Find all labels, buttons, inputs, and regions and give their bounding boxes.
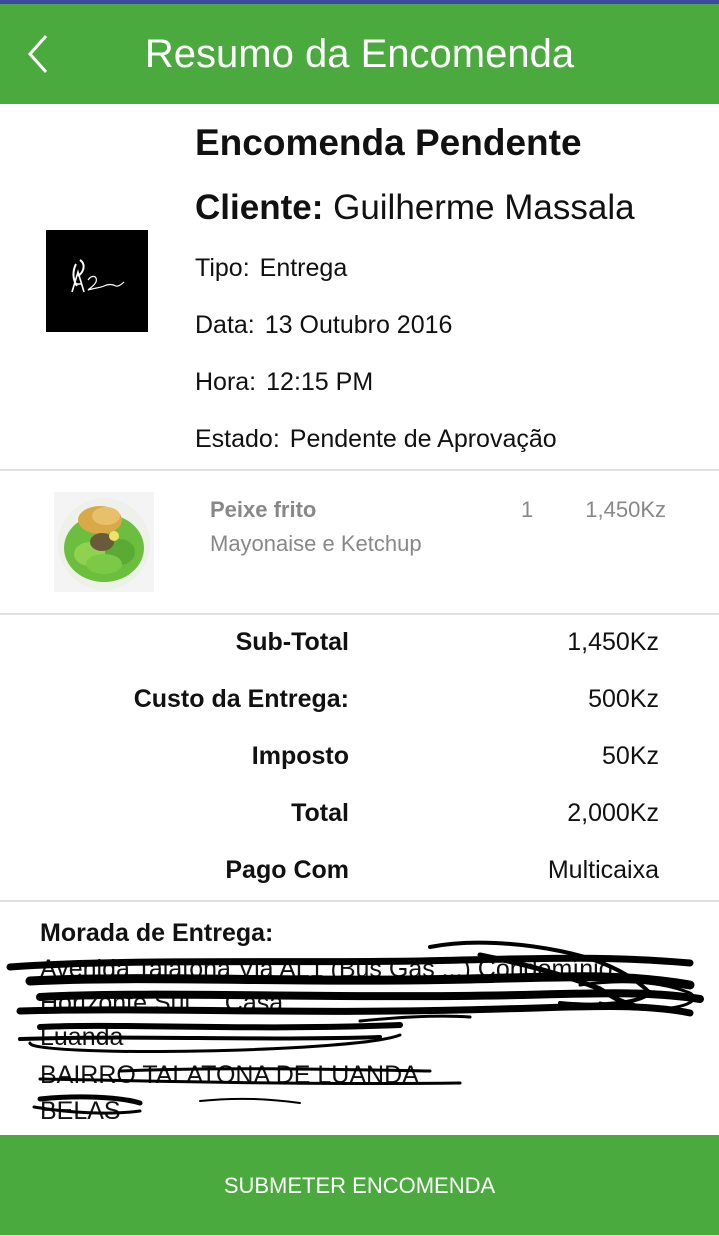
info-hora: Hora: 12:15 PM	[195, 368, 373, 397]
order-status-title: Encomenda Pendente	[195, 122, 582, 163]
item-photo	[54, 492, 154, 592]
item-price: 1,450Kz	[585, 497, 666, 522]
subtotal-value: 1,450Kz	[567, 628, 659, 656]
app-bar: Resumo da Encomenda	[0, 4, 719, 104]
client-line: Cliente: Guilherme Massala	[195, 188, 635, 228]
hora-value: 12:15 PM	[266, 368, 374, 396]
address-line: BELAS	[40, 1097, 121, 1125]
client-name: Guilherme Massala	[333, 188, 635, 227]
address-line: Horizonte Sul ... Casa ...	[40, 989, 311, 1017]
delivery-label: Custo da Entrega:	[133, 685, 349, 713]
summary-delivery: Custo da Entrega: 500Kz	[0, 685, 719, 725]
item-quantity: 1	[521, 497, 534, 522]
estado-label: Estado:	[195, 425, 280, 453]
hora-label: Hora:	[195, 368, 257, 396]
item-name: Peixe frito	[210, 497, 317, 522]
info-data: Data: 13 Outubro 2016	[195, 311, 452, 340]
summary-subtotal: Sub-Total 1,450Kz	[0, 628, 719, 668]
info-estado: Estado: Pendente de Aprovação	[195, 425, 557, 454]
item-description: Mayonaise e Ketchup	[210, 531, 422, 556]
address-line: Avenida Talatona Via AL1 (Bus Gás ...) C…	[40, 955, 613, 983]
back-button[interactable]	[18, 28, 62, 80]
summary-total: Total 2,000Kz	[0, 799, 719, 839]
paid-value: Multicaixa	[547, 856, 659, 884]
tipo-label: Tipo:	[195, 254, 250, 282]
estado-value: Pendente de Aprovação	[289, 425, 557, 453]
total-value: 2,000Kz	[567, 799, 659, 827]
address-line: Luanda	[40, 1023, 124, 1051]
tipo-value: Entrega	[259, 254, 348, 282]
data-label: Data:	[195, 311, 255, 339]
summary-payment: Pago Com Multicaixa	[0, 856, 719, 896]
divider	[0, 613, 719, 615]
address-line: BAIRRO TALATONA DE LUANDA	[40, 1061, 419, 1089]
info-tipo: Tipo: Entrega	[195, 254, 347, 283]
chevron-left-icon	[27, 35, 48, 73]
list-item[interactable]: Peixe frito Mayonaise e Ketchup 1 1,450K…	[0, 471, 719, 613]
restaurant-logo	[46, 230, 148, 332]
order-header: Encomenda Pendente Cliente: Guilherme Ma…	[0, 104, 719, 469]
data-value: 13 Outubro 2016	[264, 311, 453, 339]
tax-label: Imposto	[251, 742, 349, 770]
divider	[0, 900, 719, 902]
delivery-value: 500Kz	[588, 685, 659, 713]
summary-tax: Imposto 50Kz	[0, 742, 719, 782]
tax-value: 50Kz	[602, 742, 659, 770]
paid-label: Pago Com	[225, 856, 349, 884]
page-title: Resumo da Encomenda	[144, 32, 575, 76]
logo-image	[71, 259, 125, 293]
delivery-address: Morada de Entrega: Avenida Talatona Via …	[0, 903, 719, 1135]
food-image	[58, 498, 150, 590]
client-label: Cliente:	[195, 188, 324, 227]
address-title: Morada de Entrega:	[40, 919, 274, 947]
total-label: Total	[291, 799, 349, 827]
submit-order-button[interactable]: SUBMETER ENCOMENDA	[0, 1135, 719, 1235]
subtotal-label: Sub-Total	[235, 628, 349, 656]
